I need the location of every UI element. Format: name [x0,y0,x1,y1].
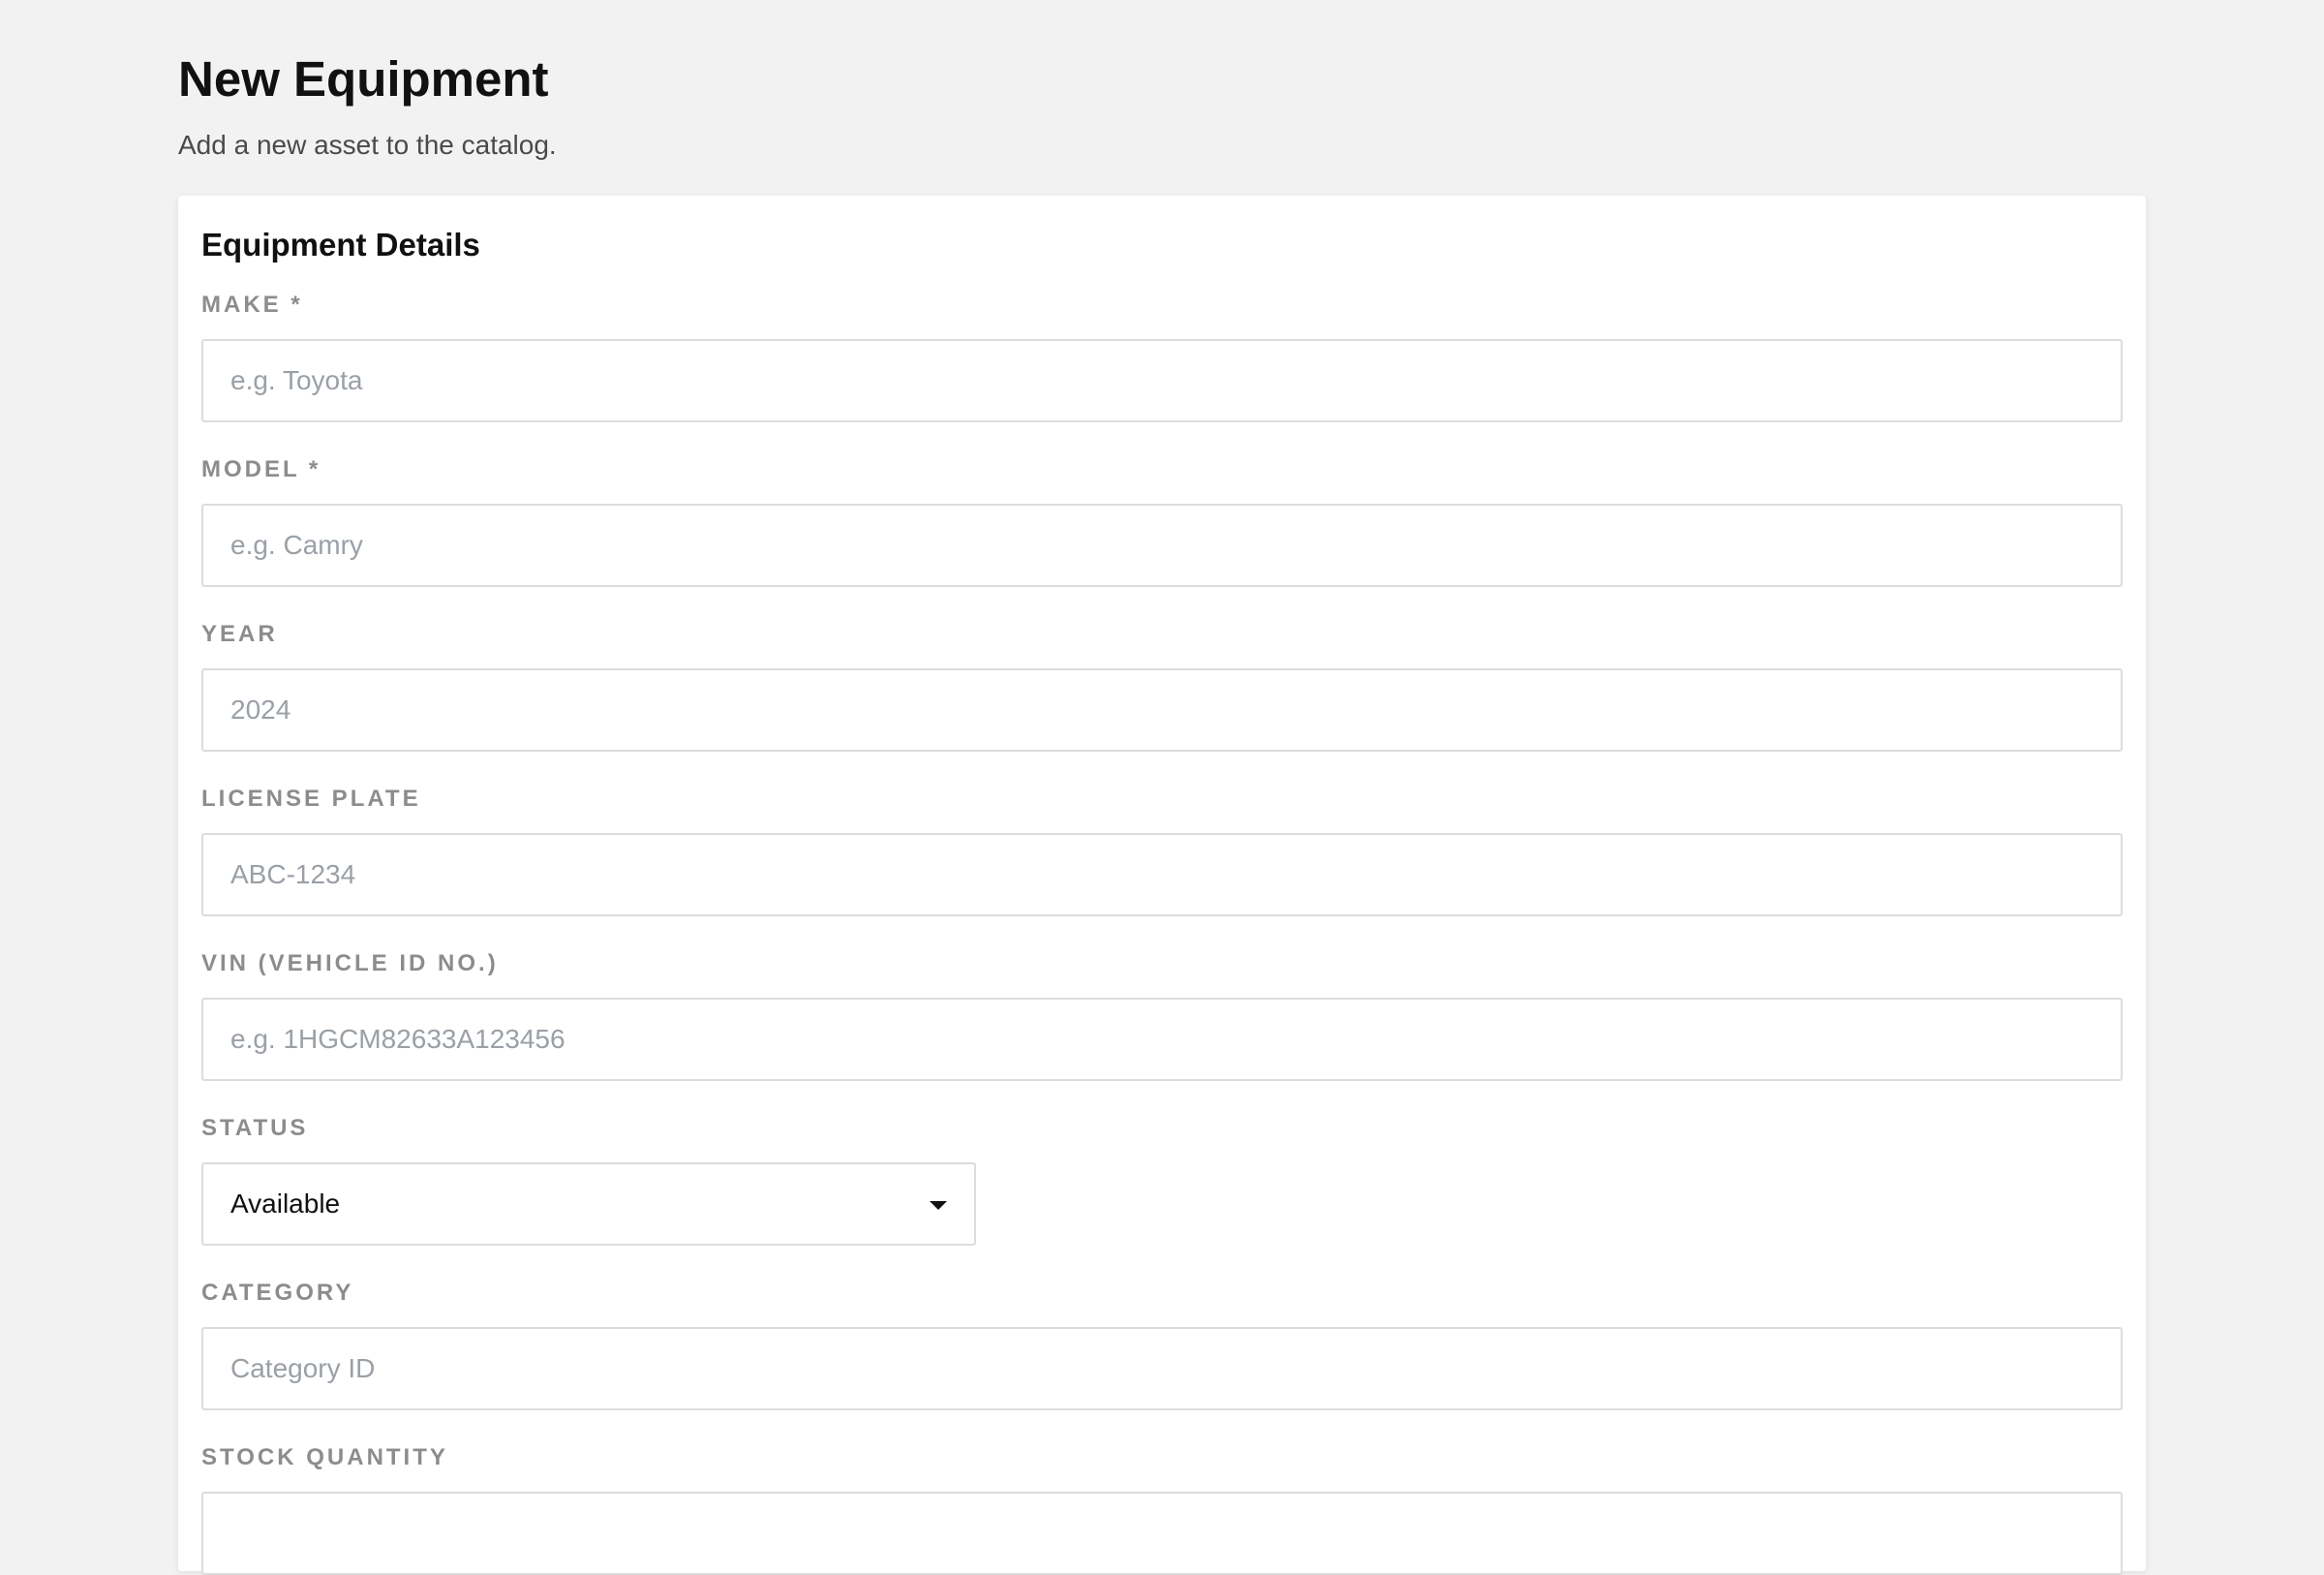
year-label: YEAR [201,621,278,647]
vin-field-group: VIN (VEHICLE ID NO.) [201,943,2123,1081]
model-field-group: MODEL * [201,449,2123,587]
make-label: MAKE * [201,292,303,318]
page-subtitle: Add a new asset to the catalog. [178,130,557,160]
status-field-group: STATUS Available [201,1108,2123,1246]
license-plate-input[interactable] [201,833,2123,916]
vin-input[interactable] [201,998,2123,1081]
category-field-group: CATEGORY [201,1273,2123,1410]
year-input[interactable] [201,668,2123,752]
license-plate-field-group: LICENSE PLATE [201,779,2123,916]
status-label: STATUS [201,1115,309,1141]
equipment-details-card: Equipment Details MAKE * MODEL * YEAR LI… [178,196,2146,1575]
category-label: CATEGORY [201,1280,354,1306]
make-field-group: MAKE * [201,285,2123,422]
status-select[interactable]: Available [201,1162,976,1246]
stock-quantity-input[interactable] [201,1492,2123,1575]
make-input[interactable] [201,339,2123,422]
page-title: New Equipment [178,51,549,107]
stock-quantity-label: STOCK QUANTITY [201,1444,448,1470]
model-label: MODEL * [201,456,321,482]
year-field-group: YEAR [201,614,2123,752]
license-plate-label: LICENSE PLATE [201,786,421,812]
model-input[interactable] [201,504,2123,587]
status-selected-value: Available [230,1189,341,1219]
category-input[interactable] [201,1327,2123,1410]
card-title: Equipment Details [201,227,480,262]
chevron-down-icon [930,1201,947,1210]
stock-quantity-field-group: STOCK QUANTITY [201,1437,2123,1575]
vin-label: VIN (VEHICLE ID NO.) [201,950,499,976]
